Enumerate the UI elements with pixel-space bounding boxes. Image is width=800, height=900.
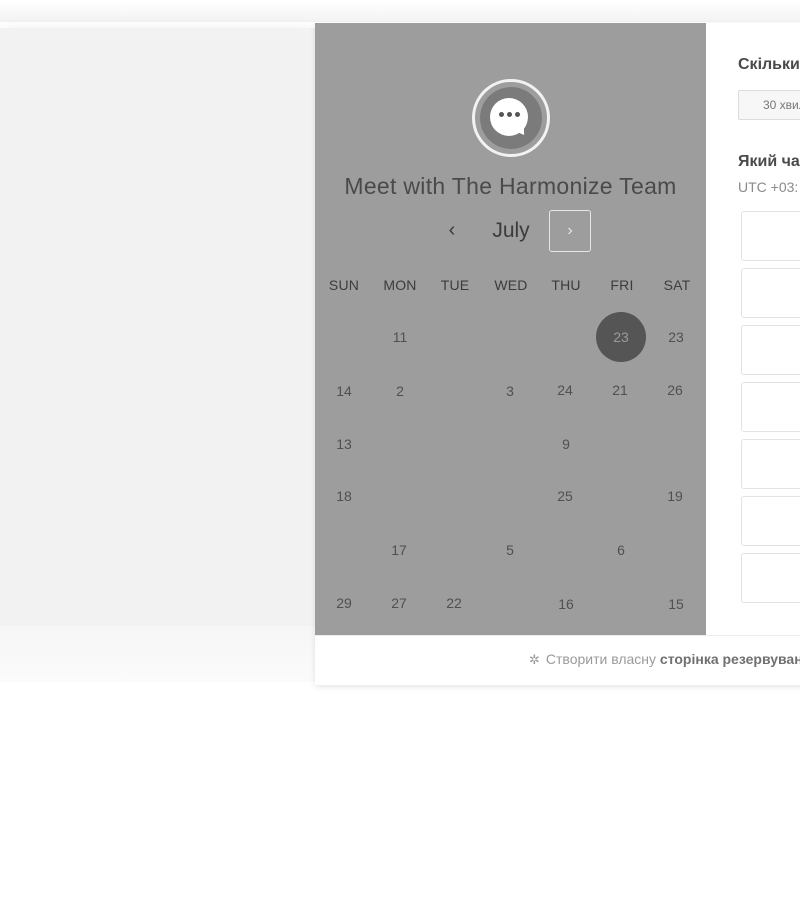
create-booking-page-link[interactable]: ✲ Створити власну сторінка резервуван [529, 651, 800, 668]
calendar-day[interactable]: 25 [545, 486, 585, 506]
time-slot[interactable] [741, 211, 800, 261]
calendar-day[interactable]: 26 [655, 380, 695, 400]
weekday-sat: SAT [663, 277, 691, 293]
weekday-header: SUN MON TUE WED THU FRI SAT [315, 277, 706, 295]
calendar-day[interactable]: 6 [601, 540, 641, 560]
month-label: July [492, 219, 530, 242]
calendar-day[interactable]: 16 [546, 594, 586, 614]
weekday-mon: MON [383, 277, 417, 293]
calendar-day[interactable]: 15 [656, 594, 696, 614]
calendar-day[interactable]: 23 [656, 327, 696, 347]
team-title: Meet with The Harmonize Team [344, 173, 677, 199]
calendar-day[interactable]: 22 [434, 593, 474, 613]
footer: ✲ Створити власну сторінка резервуван [315, 635, 800, 685]
calendar-day[interactable]: 21 [600, 380, 640, 400]
next-month-button[interactable]: › [549, 210, 591, 252]
weekday-sun: SUN [328, 277, 360, 293]
time-slot[interactable] [741, 496, 800, 546]
selected-day[interactable]: 23 [596, 312, 646, 362]
left-background [0, 28, 316, 626]
weekday-thu: THU [551, 277, 581, 293]
calendar-day[interactable]: 17 [379, 540, 419, 560]
calendar-day[interactable]: 11 [380, 327, 420, 347]
weekday-tue: TUE [440, 277, 470, 293]
calendar-panel: Meet with The Harmonize Team ‹ July › SU… [315, 23, 706, 635]
footer-create-bold: сторінка резервуван [659, 651, 800, 667]
calendar-day[interactable]: 24 [545, 380, 585, 400]
team-avatar [472, 79, 550, 157]
calendar-day[interactable]: 14 [324, 381, 364, 401]
weekday-wed: WED [494, 277, 528, 293]
previous-month-button[interactable]: ‹ [439, 218, 465, 244]
calendar-day[interactable]: 19 [655, 486, 695, 506]
calendar-day[interactable]: 3 [490, 381, 530, 401]
left-background-bottom [0, 626, 316, 682]
calendar-day[interactable]: 5 [490, 540, 530, 560]
calendar-day[interactable]: 29 [324, 593, 364, 613]
calendar-day[interactable]: 2 [380, 381, 420, 401]
calendar-day[interactable]: 18 [324, 486, 364, 506]
time-slot[interactable] [741, 268, 800, 318]
chat-bubble-icon [480, 87, 542, 149]
time-slot[interactable] [741, 382, 800, 432]
duration-select[interactable]: 30 хвил [738, 90, 800, 120]
time-label: Який час [738, 153, 800, 170]
month-navigation: ‹ July › [315, 210, 706, 252]
duration-label: Скільки [738, 56, 800, 73]
page-top-band [0, 0, 800, 22]
footer-create-text: Створити власну [545, 651, 657, 667]
calendar-day[interactable]: 13 [324, 434, 364, 454]
calendar-day[interactable]: 9 [546, 434, 586, 454]
timezone-label[interactable]: UTC +03: [738, 179, 798, 195]
weekday-fri: FRI [610, 277, 634, 293]
calendar-day[interactable]: 27 [379, 593, 419, 613]
time-slot[interactable] [741, 439, 800, 489]
hubspot-sprocket-icon: ✲ [529, 652, 540, 667]
time-slot[interactable] [741, 553, 800, 603]
time-selection-panel: Скільки 30 хвил Який час UTC +03: [706, 23, 800, 635]
time-slot[interactable] [741, 325, 800, 375]
